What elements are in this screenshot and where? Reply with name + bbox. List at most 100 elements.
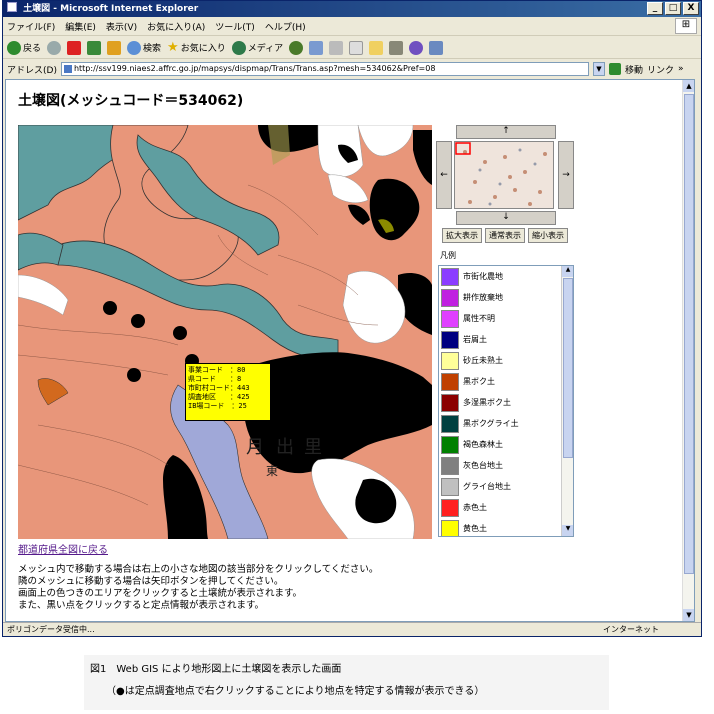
legend-swatch <box>441 330 459 349</box>
legend-label: 黒ボクグライ土 <box>463 419 519 428</box>
title-bar: 土壌図 - Microsoft Internet Explorer _ □ X <box>3 1 701 17</box>
legend-swatch <box>441 456 459 475</box>
caption-note: （●は定点調査地点で右クリックすることにより地点を特定する情報が表示できる） <box>106 686 485 697</box>
map-label-3: 里 <box>304 437 322 458</box>
menu-favorites[interactable]: お気に入り(A) <box>147 20 205 33</box>
legend-list[interactable]: 市街化農地 耕作放棄地 属性不明 岩屑土 砂丘未熟土 黒ボク土 多湿黒ボク土 黒ボクグライ土褐… <box>438 265 574 537</box>
mail-icon[interactable] <box>309 40 324 55</box>
favorites-button[interactable]: ★ お気に入り <box>167 40 226 55</box>
messenger-icon[interactable] <box>409 40 424 55</box>
back-arrow-icon <box>7 40 21 55</box>
legend-label: 市街化農地 <box>463 272 503 281</box>
address-label: アドレス(D) <box>7 65 57 76</box>
figure-caption: 図1 Web GIS により地形図上に土壌図を表示した画面 （●は定点調査地点で… <box>84 655 609 710</box>
links-button[interactable]: リンク <box>647 63 674 76</box>
scroll-thumb[interactable] <box>563 278 573 458</box>
nav-right-button[interactable]: → <box>558 141 574 209</box>
folder-icon[interactable] <box>369 40 384 55</box>
instruction-line: メッシュ内で移動する場合は右上の小さな地図の該当部分をクリックしてください。 <box>18 564 379 575</box>
minimize-button[interactable]: _ <box>647 2 663 15</box>
menu-edit[interactable]: 編集(E) <box>65 20 96 33</box>
legend-swatch <box>441 435 459 454</box>
legend-item: 褐色森林土 <box>439 434 573 455</box>
media-icon <box>231 40 246 55</box>
legend-scrollbar[interactable]: ▲ ▼ <box>561 266 573 536</box>
window-controls: _ □ X <box>647 2 699 15</box>
legend-swatch <box>441 477 459 496</box>
scroll-up-icon[interactable]: ▲ <box>562 266 573 277</box>
legend-item: 黒ボク土 <box>439 371 573 392</box>
legend-swatch <box>441 372 459 391</box>
menu-file[interactable]: ファイル(F) <box>7 20 55 33</box>
legend-swatch <box>441 309 459 328</box>
legend-label: 砂丘未熟土 <box>463 356 503 365</box>
legend-label: 耕作放棄地 <box>463 293 503 302</box>
legend-swatch <box>441 414 459 433</box>
page-title: 土壌図(メッシュコード＝534062) <box>18 93 244 109</box>
map-label-2: 出 <box>276 437 294 458</box>
zoom-out-button[interactable]: 縮小表示 <box>528 228 568 243</box>
page-content: 土壌図(メッシュコード＝534062) 月 出 里 東 事業コード ：80 県コ… <box>5 79 695 622</box>
legend-label: 岩屑土 <box>463 335 487 344</box>
normal-view-button[interactable]: 通常表示 <box>485 228 525 243</box>
legend-label: 黒ボク土 <box>463 377 495 386</box>
links-chevron-icon[interactable]: » <box>678 64 684 74</box>
address-url: http://ssv199.niaes2.affrc.go.jp/mapsys/… <box>73 64 436 73</box>
address-dropdown-button[interactable]: ▼ <box>592 62 605 76</box>
tools-icon[interactable] <box>429 40 444 55</box>
browser-window: 土壌図 - Microsoft Internet Explorer _ □ X … <box>2 0 702 637</box>
menu-bar: ファイル(F) 編集(E) 表示(V) お気に入り(A) ツール(T) ヘルプ(… <box>3 17 701 36</box>
legend-swatch <box>441 498 459 517</box>
menu-tools[interactable]: ツール(T) <box>215 20 255 33</box>
media-button[interactable]: メディア <box>231 40 284 55</box>
overview-minimap-graphic[interactable] <box>455 142 554 209</box>
legend-item: 岩屑土 <box>439 329 573 350</box>
search-icon <box>127 40 142 55</box>
legend-item: 市街化農地 <box>439 266 573 287</box>
close-button[interactable]: X <box>683 2 699 15</box>
window-title: 土壌図 - Microsoft Internet Explorer <box>23 4 199 14</box>
refresh-icon[interactable] <box>87 40 102 55</box>
home-icon[interactable] <box>107 40 122 55</box>
go-arrow-icon[interactable] <box>608 63 621 75</box>
page-scrollbar[interactable]: ▲ ▼ <box>682 80 694 621</box>
forward-arrow-icon[interactable] <box>47 40 62 55</box>
instruction-line: 画面上の色つきのエリアをクリックすると土壌統が表示されます。 <box>18 588 303 599</box>
instructions: メッシュ内で移動する場合は右上の小さな地図の該当部分をクリックしてください。 隣… <box>18 564 378 612</box>
overview-minimap[interactable] <box>454 141 554 209</box>
legend-swatch <box>441 519 459 536</box>
back-to-prefecture-link[interactable]: 都道府県全図に戻る <box>18 541 108 556</box>
go-button[interactable]: 移動 <box>625 63 643 76</box>
legend-item: 黄色土 <box>439 518 573 536</box>
soil-map[interactable]: 月 出 里 東 事業コード ：80 県コード ：8 市町村コード：443 調査地… <box>18 125 432 539</box>
soil-map-graphic[interactable]: 月 出 里 東 <box>18 125 432 539</box>
legend-swatch <box>441 351 459 370</box>
history-icon[interactable] <box>289 40 304 55</box>
scroll-thumb[interactable] <box>684 94 694 574</box>
legend-title: 凡例 <box>440 251 456 260</box>
maximize-button[interactable]: □ <box>665 2 681 15</box>
legend-item: 黒ボクグライ土 <box>439 413 573 434</box>
address-input[interactable]: http://ssv199.niaes2.affrc.go.jp/mapsys/… <box>60 62 589 76</box>
legend-label: 多湿黒ボク土 <box>463 398 511 407</box>
print-icon[interactable] <box>329 40 344 55</box>
search-button[interactable]: 検索 <box>127 40 161 55</box>
stop-icon[interactable] <box>67 40 82 55</box>
nav-up-button[interactable]: ↑ <box>456 125 556 139</box>
back-button[interactable]: 戻る <box>7 40 41 55</box>
edit-icon[interactable] <box>349 40 364 55</box>
scroll-down-icon[interactable]: ▼ <box>683 609 694 621</box>
zoom-in-button[interactable]: 拡大表示 <box>442 228 482 243</box>
menu-view[interactable]: 表示(V) <box>106 20 137 33</box>
popup-line: 県コード ：8 <box>188 375 242 383</box>
media-label: メディア <box>247 44 284 54</box>
scroll-down-icon[interactable]: ▼ <box>562 525 573 536</box>
status-bar: ポリゴンデータ受信中... インターネット <box>3 622 701 636</box>
overview-nav-panel: ↑ ← → ↓ <box>436 125 574 225</box>
menu-help[interactable]: ヘルプ(H) <box>265 20 306 33</box>
nav-down-button[interactable]: ↓ <box>456 211 556 225</box>
scroll-up-icon[interactable]: ▲ <box>683 80 694 92</box>
site-info-popup: 事業コード ：80 県コード ：8 市町村コード：443 調査地区 ：425 I… <box>185 363 271 421</box>
research-icon[interactable] <box>389 40 404 55</box>
nav-left-button[interactable]: ← <box>436 141 452 209</box>
